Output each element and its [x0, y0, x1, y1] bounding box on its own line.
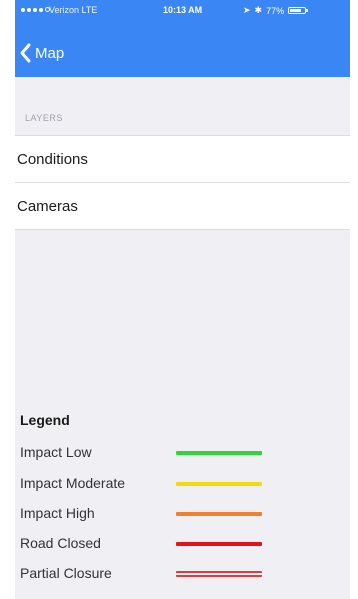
legend-label: Impact High — [20, 505, 95, 521]
legend-swatch — [176, 571, 262, 577]
legend-label: Impact Moderate — [20, 475, 126, 491]
layers-section-header: LAYERS — [25, 113, 63, 123]
bluetooth-icon: ✱ — [254, 5, 263, 15]
legend-swatch — [176, 512, 262, 516]
battery-icon — [288, 7, 309, 14]
legend-swatch — [176, 542, 262, 546]
back-button[interactable]: Map — [19, 43, 64, 63]
legend-swatch — [176, 451, 262, 455]
back-button-label: Map — [35, 44, 65, 62]
legend-swatch — [176, 482, 262, 486]
status-time: 10:13 AM — [163, 5, 203, 15]
screen: Verizon LTE 10:13 AM ➤ ✱ 77% Map LAYERS … — [0, 0, 358, 599]
layer-item-cameras[interactable]: Cameras — [15, 182, 350, 229]
layer-item-conditions[interactable]: Conditions — [15, 136, 350, 182]
legend-item-impact-low: Impact Low — [20, 441, 350, 465]
legend-item-partial-closure: Partial Closure — [20, 562, 350, 586]
legend-label: Impact Low — [20, 444, 92, 460]
legend-label: Road Closed — [20, 535, 101, 551]
legend-item-impact-high: Impact High — [20, 502, 350, 526]
legend-item-impact-moderate: Impact Moderate — [20, 472, 350, 496]
legend-title: Legend — [20, 412, 70, 428]
nav-row: Map — [15, 38, 64, 68]
status-bar: Verizon LTE 10:13 AM ➤ ✱ 77% — [15, 0, 350, 22]
navigation-bar: Verizon LTE 10:13 AM ➤ ✱ 77% Map — [15, 0, 350, 77]
carrier-label: Verizon LTE — [49, 5, 98, 15]
chevron-left-icon — [20, 43, 31, 63]
status-right: ➤ ✱ 77% — [243, 5, 309, 16]
signal-strength-icon — [21, 7, 50, 12]
app-view: Verizon LTE 10:13 AM ➤ ✱ 77% Map LAYERS … — [15, 0, 350, 599]
layers-list: Conditions Cameras — [15, 135, 350, 230]
location-icon: ➤ — [243, 5, 251, 15]
battery-percent: 77% — [266, 5, 285, 16]
legend-item-road-closed: Road Closed — [20, 532, 350, 556]
legend-label: Partial Closure — [20, 565, 112, 581]
